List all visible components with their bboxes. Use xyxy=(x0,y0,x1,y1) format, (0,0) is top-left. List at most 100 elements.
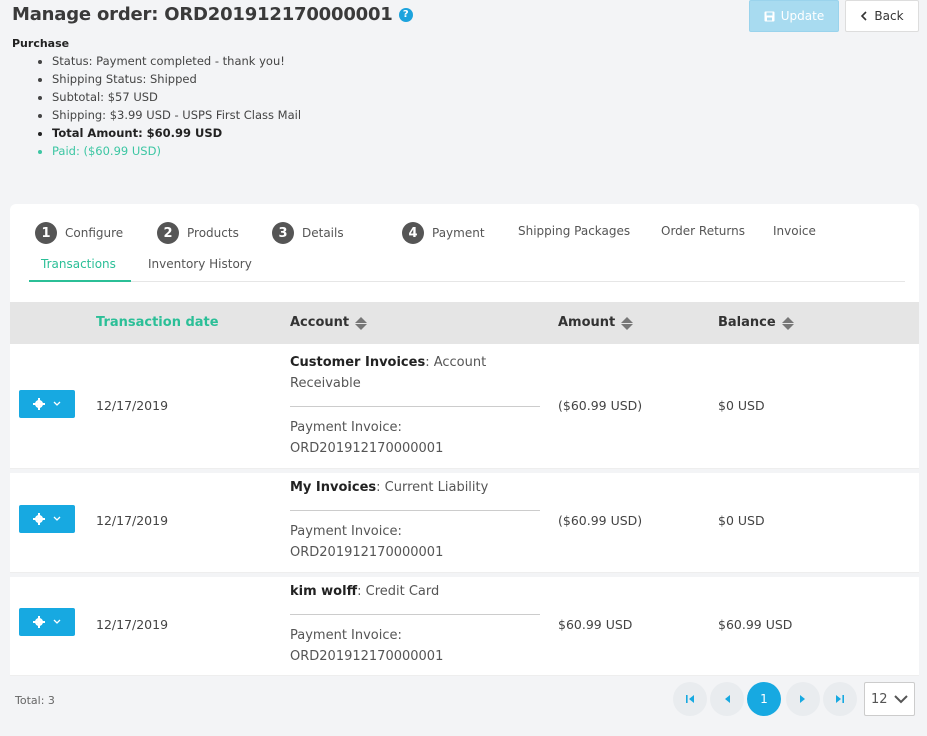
account-divider xyxy=(290,406,540,407)
table-row: 12/17/2019 Customer Invoices: Account Re… xyxy=(10,344,919,469)
sort-icon xyxy=(621,316,634,330)
tab-label: Payment xyxy=(432,226,485,240)
account-cell: kim wolff: Credit Card Payment Invoice: … xyxy=(290,581,540,667)
sort-icon xyxy=(355,316,368,330)
step-number: 1 xyxy=(35,222,57,244)
column-label: Amount xyxy=(558,315,616,330)
table-row: 12/17/2019 kim wolff: Credit Card Paymen… xyxy=(10,577,919,676)
tab-payment[interactable]: 4 Payment xyxy=(402,222,485,244)
previous-page-button[interactable] xyxy=(710,682,744,716)
tab-inventory-history[interactable]: Inventory History xyxy=(148,257,252,271)
tab-shipping-packages[interactable]: Shipping Packages xyxy=(518,224,630,238)
tab-details[interactable]: 3 Details xyxy=(272,222,344,244)
chevron-left-icon xyxy=(861,11,867,21)
payment-ref-value: ORD201912170000001 xyxy=(290,441,444,456)
payment-ref-label: Payment Invoice: xyxy=(290,524,402,539)
payment-ref-value: ORD201912170000001 xyxy=(290,545,444,560)
account-divider xyxy=(290,510,540,511)
tab-order-returns[interactable]: Order Returns xyxy=(661,224,745,238)
active-tab-indicator xyxy=(29,280,131,282)
amount: ($60.99 USD) xyxy=(558,398,643,413)
chevron-down-icon xyxy=(53,516,61,521)
amount: ($60.99 USD) xyxy=(558,513,643,528)
page-title: Manage order: ORD201912170000001 ? xyxy=(12,4,413,25)
column-amount[interactable]: Amount xyxy=(558,302,634,344)
step-number: 4 xyxy=(402,222,424,244)
back-button-label: Back xyxy=(874,9,904,23)
transaction-date: 12/17/2019 xyxy=(96,398,169,413)
account-divider xyxy=(290,614,540,615)
chevron-down-icon xyxy=(894,694,908,703)
tab-label: Products xyxy=(187,226,239,240)
column-label: Account xyxy=(290,315,350,330)
order-panel: 1 Configure 2 Products 3 Details 4 Payme… xyxy=(10,204,919,736)
save-icon xyxy=(764,11,775,21)
purchase-status: Status: Payment completed - thank you! xyxy=(52,52,301,70)
tab-label: Transactions xyxy=(41,257,116,271)
gear-icon xyxy=(33,513,45,525)
row-actions-button[interactable] xyxy=(19,608,75,636)
payment-ref-label: Payment Invoice: xyxy=(290,420,402,435)
back-button[interactable]: Back xyxy=(845,0,919,32)
tab-products[interactable]: 2 Products xyxy=(157,222,239,244)
tab-configure[interactable]: 1 Configure xyxy=(35,222,123,244)
step-number: 3 xyxy=(272,222,294,244)
tab-invoice[interactable]: Invoice xyxy=(773,224,816,238)
purchase-total: Total Amount: $60.99 USD xyxy=(52,124,301,142)
help-icon[interactable]: ? xyxy=(398,7,413,22)
tab-label: Inventory History xyxy=(148,257,252,271)
column-label: Transaction date xyxy=(96,315,219,330)
column-balance[interactable]: Balance xyxy=(718,302,794,344)
tab-label: Order Returns xyxy=(661,224,745,238)
caret-right-icon xyxy=(800,695,805,703)
payment-ref-value: ORD201912170000001 xyxy=(290,649,444,664)
account-name: My Invoices xyxy=(290,480,377,495)
table-header: Transaction date Account Amount Balance xyxy=(10,302,919,344)
row-actions-button[interactable] xyxy=(19,505,75,533)
column-transaction-date[interactable]: Transaction date xyxy=(96,302,219,344)
tab-label: Details xyxy=(302,226,344,240)
update-button-label: Update xyxy=(780,9,825,23)
column-account[interactable]: Account xyxy=(290,302,368,344)
next-page-button[interactable] xyxy=(786,682,820,716)
balance: $0 USD xyxy=(718,398,765,413)
tab-label: Configure xyxy=(65,226,124,240)
tabs-divider xyxy=(29,281,905,282)
last-page-button[interactable] xyxy=(823,682,857,716)
first-page-icon xyxy=(686,695,694,703)
purchase-list: Status: Payment completed - thank you! S… xyxy=(34,52,301,160)
sort-icon xyxy=(781,316,794,330)
transaction-date: 12/17/2019 xyxy=(96,617,169,632)
chevron-down-icon xyxy=(53,401,61,406)
update-button[interactable]: Update xyxy=(749,0,839,32)
account-cell: Customer Invoices: Account Receivable Pa… xyxy=(290,352,540,459)
purchase-shipping-status: Shipping Status: Shipped xyxy=(52,70,301,88)
account-type: : Credit Card xyxy=(357,584,440,599)
tab-label: Shipping Packages xyxy=(518,224,631,238)
page-title-text: Manage order: ORD201912170000001 xyxy=(12,4,393,25)
purchase-heading: Purchase xyxy=(12,37,70,50)
per-page-select[interactable]: 12 xyxy=(864,682,915,716)
gear-icon xyxy=(33,398,45,410)
account-cell: My Invoices: Current Liability Payment I… xyxy=(290,477,540,563)
page-1-button[interactable]: 1 xyxy=(747,682,781,716)
table-footer: Total: 3 1 12 xyxy=(10,676,919,736)
account-type: : Current Liability xyxy=(376,480,489,495)
last-page-icon xyxy=(836,695,844,703)
row-actions-button[interactable] xyxy=(19,390,75,418)
chevron-down-icon xyxy=(53,619,61,624)
total-count: Total: 3 xyxy=(15,694,55,707)
transaction-date: 12/17/2019 xyxy=(96,513,169,528)
first-page-button[interactable] xyxy=(673,682,707,716)
balance: $0 USD xyxy=(718,513,765,528)
per-page-value: 12 xyxy=(871,691,888,707)
tab-label: Invoice xyxy=(773,224,816,238)
purchase-subtotal: Subtotal: $57 USD xyxy=(52,88,301,106)
account-name: Customer Invoices xyxy=(290,355,426,370)
purchase-paid: Paid: ($60.99 USD) xyxy=(52,142,301,160)
column-label: Balance xyxy=(718,315,776,330)
tab-transactions[interactable]: Transactions xyxy=(41,257,116,271)
step-number: 2 xyxy=(157,222,179,244)
caret-left-icon xyxy=(725,695,730,703)
gear-icon xyxy=(33,616,45,628)
